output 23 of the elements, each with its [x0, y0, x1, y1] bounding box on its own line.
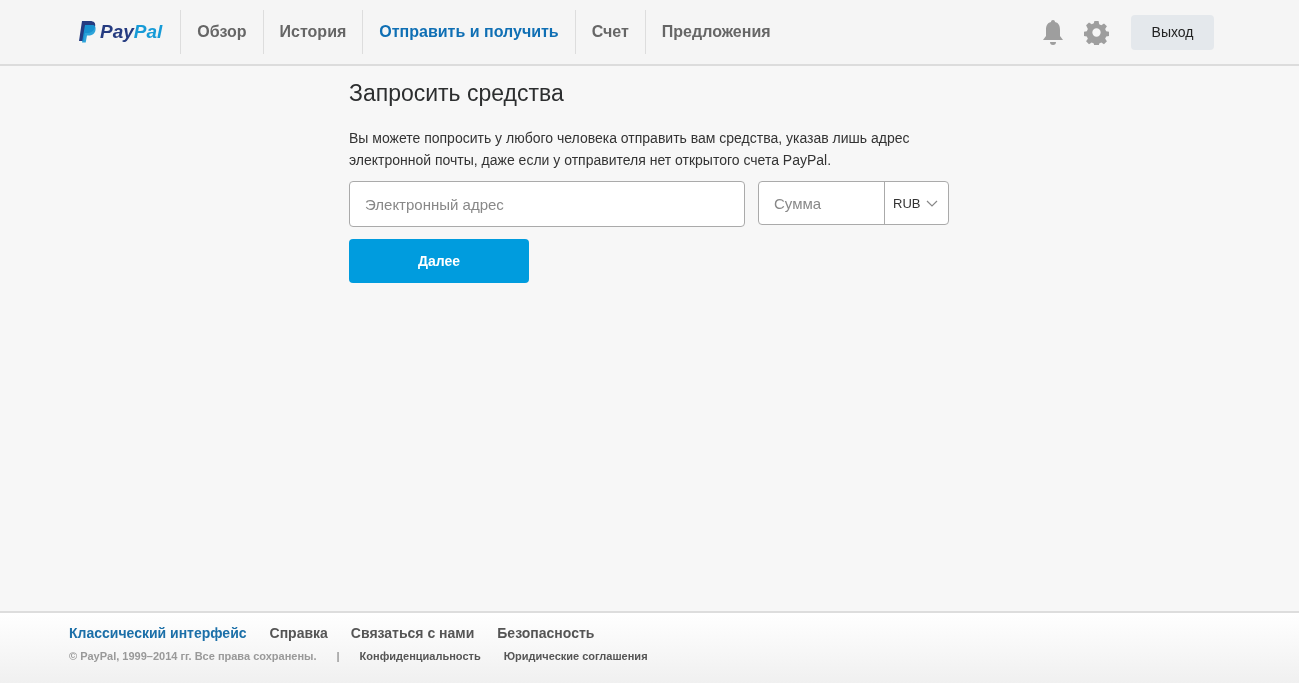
- email-field[interactable]: Электронный адрес: [349, 181, 745, 227]
- footer-link[interactable]: Справка: [269, 625, 328, 641]
- amount-field[interactable]: Сумма RUB: [758, 181, 949, 225]
- nav-tab[interactable]: Отправить и получить: [362, 10, 575, 54]
- nav-tab[interactable]: История: [262, 10, 363, 54]
- footer-link[interactable]: Связаться с нами: [350, 625, 475, 641]
- legal-link[interactable]: Юридические соглашения: [503, 650, 648, 662]
- logout-button[interactable]: Выход: [1131, 14, 1214, 50]
- footer-link[interactable]: Классический интерфейс: [69, 625, 247, 641]
- currency-dropdown[interactable]: RUB: [885, 182, 946, 224]
- paypal-logo[interactable]: PayPal: [77, 20, 163, 44]
- page-title: Запросить средства: [349, 80, 565, 107]
- separator-text: |: [336, 650, 340, 662]
- bell-icon[interactable]: [1042, 19, 1064, 45]
- nav-tab[interactable]: Обзор: [180, 10, 263, 54]
- description-text: Вы можете попросить у любого человека отправить вам средства, указав лишь адрес электронной почты, даже если у отправителя нет открытого счета PayPal.: [349, 129, 911, 170]
- legal-link[interactable]: Конфиденциальность: [359, 650, 481, 662]
- nav-tab[interactable]: Счет: [574, 10, 645, 54]
- nav-tab[interactable]: Предложения: [644, 10, 787, 54]
- chevron-icon: [926, 199, 939, 207]
- copyright-text: © PayPal, 1999–2014 гг. Все права сохранены.: [69, 650, 317, 662]
- footer-link[interactable]: Безопасность: [497, 625, 595, 641]
- settings-icon[interactable]: [1084, 19, 1109, 45]
